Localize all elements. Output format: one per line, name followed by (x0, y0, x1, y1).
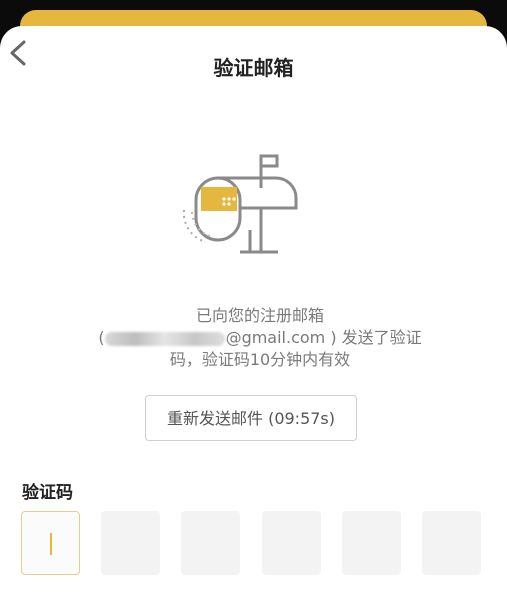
redacted-email-mask (104, 331, 225, 346)
message-line-2: ( @gmail.com ) 发送了验证 (80, 327, 440, 349)
message-line-3: 码，验证码10分钟内有效 (169, 350, 351, 369)
verification-code-label: 验证码 (22, 483, 73, 503)
code-digit-input[interactable] (421, 511, 481, 575)
text-caret (50, 533, 52, 555)
message-line-1: 已向您的注册邮箱 (195, 306, 324, 325)
code-digit-input[interactable] (261, 511, 321, 575)
email-open-paren: ( (98, 328, 105, 347)
code-digit-input[interactable] (21, 511, 80, 575)
code-digit-input[interactable] (341, 511, 401, 575)
page-title: 验证邮箱 (213, 56, 294, 80)
email-domain-text: @gmail.com ) 发送了验证 (225, 328, 422, 347)
verification-code-inputs (21, 511, 481, 576)
resend-email-button[interactable]: 重新发送邮件 (09:57s) (145, 395, 357, 441)
verification-message: 已向您的注册邮箱 ( @gmail.com ) 发送了验证 码，验证码10分钟内有… (80, 305, 440, 371)
mailbox-icon (178, 148, 308, 263)
code-digit-input[interactable] (181, 511, 241, 575)
code-digit-input[interactable] (101, 511, 161, 575)
